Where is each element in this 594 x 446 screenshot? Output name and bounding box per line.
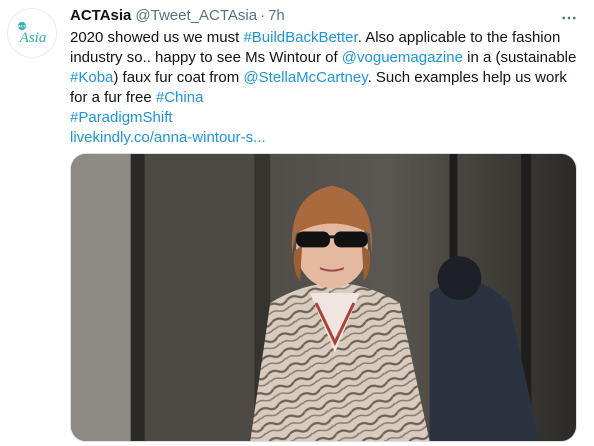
tweet-link[interactable]: #China [156, 89, 204, 106]
tweet-text-segment: . Such examples help us work [367, 69, 567, 86]
tweet-link[interactable]: #ParadigmShift [70, 109, 173, 126]
tweet-link[interactable]: livekindly.co/anna-wintour-s... [70, 129, 266, 146]
photo-anna-wintour-fur-coat [71, 154, 576, 441]
tweet-text-line: #ParadigmShift [70, 108, 582, 128]
tweet-text: 2020 showed us we must #BuildBackBetter.… [70, 28, 582, 148]
separator-dot: · [260, 7, 266, 24]
actasia-logo: ACT Asia [8, 9, 56, 57]
avatar[interactable]: ACT Asia [7, 8, 57, 58]
tweet-text-segment: . Also applicable to the fashion [357, 29, 561, 46]
tweet-text-segment: 2020 showed us we must [70, 29, 244, 46]
tweet-text-line: for a fur free #China [70, 88, 582, 108]
tweet-card[interactable]: ACT Asia ACTAsia @Tweet_ACTAsia · 7h 202… [0, 0, 594, 446]
author-handle[interactable]: @Tweet_ACTAsia [135, 6, 257, 26]
tweet-text-line: industry so.. happy to see Ms Wintour of… [70, 48, 582, 68]
tweet-link[interactable]: #BuildBackBetter [243, 29, 357, 46]
tweet-photo[interactable] [70, 153, 577, 442]
tweet-text-segment: industry so.. happy to see Ms Wintour of [70, 49, 342, 66]
tweet-text-line: 2020 showed us we must #BuildBackBetter.… [70, 28, 582, 48]
tweet-link[interactable]: @StellaMcCartney [243, 69, 367, 86]
tweet-text-segment: ) faux fur coat from [113, 69, 244, 86]
tweet-timestamp[interactable]: 7h [268, 6, 285, 26]
tweet-text-line: #Koba) faux fur coat from @StellaMcCartn… [70, 68, 582, 88]
more-horizontal-icon [562, 16, 576, 20]
tweet-text-line: livekindly.co/anna-wintour-s... [70, 128, 582, 148]
tweet-header: ACTAsia @Tweet_ACTAsia · 7h [70, 6, 582, 28]
tweet-link[interactable]: @voguemagazine [342, 49, 463, 66]
more-options-button[interactable] [556, 8, 582, 28]
logo-small-text: ACT [18, 24, 27, 29]
logo-text: Asia [19, 30, 47, 46]
tweet-text-segment: for a fur free [70, 89, 156, 106]
tweet-content: ACTAsia @Tweet_ACTAsia · 7h 2020 showed … [70, 6, 582, 148]
tweet-text-segment: in a (sustainable [462, 49, 577, 66]
tweet-link[interactable]: #Koba [70, 69, 113, 86]
author-name[interactable]: ACTAsia [70, 6, 131, 26]
